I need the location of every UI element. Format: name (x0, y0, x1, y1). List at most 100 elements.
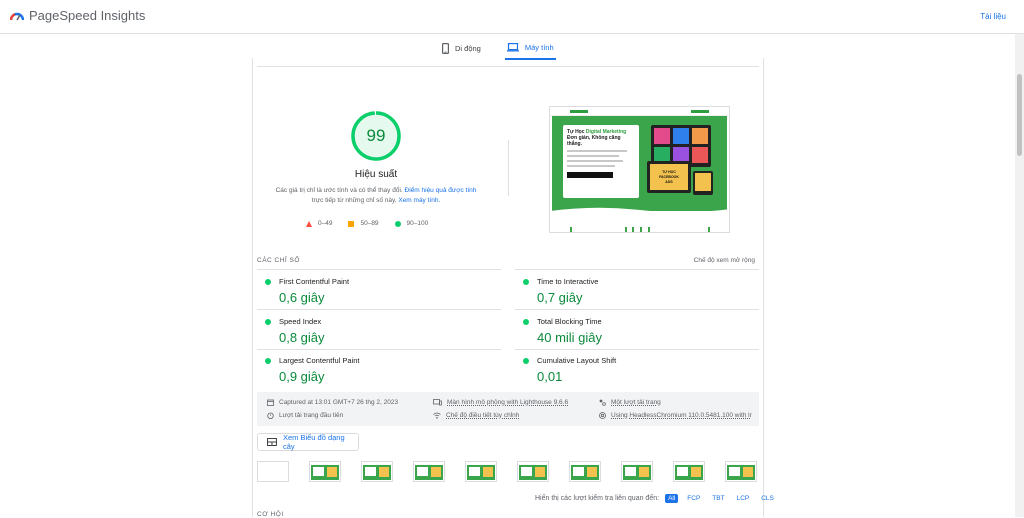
metric-value: 0,9 giây (279, 369, 325, 384)
metric-name: Largest Contentful Paint (279, 356, 360, 365)
desktop-device-icon (433, 399, 442, 406)
legend-average: 50–89 (348, 220, 379, 227)
treemap-icon (267, 438, 277, 446)
filmstrip-frame (673, 461, 705, 482)
top-bar: PageSpeed Insights Tài liệu (0, 0, 1024, 34)
filmstrip-frame-blank (257, 461, 289, 482)
runtime-emulated[interactable]: Màn hình mô phỏng with Lighthouse 9.6.6 (433, 399, 568, 406)
audit-filter: Hiển thị các lượt kiểm tra liên quan đến… (535, 494, 777, 503)
perf-calc-link[interactable]: Điểm hiệu quả được tính (405, 187, 477, 194)
performance-gauge: 99 (350, 110, 402, 162)
calendar-icon (267, 399, 274, 406)
performance-summary: 99 Hiệu suất Các giá trị chỉ là ước tính… (270, 110, 482, 206)
perf-desc-text-2: trực tiếp từ những chỉ số này. (311, 197, 399, 204)
page-scrollbar[interactable] (1015, 34, 1024, 517)
fail-triangle-icon (306, 220, 312, 227)
perf-desc-text-1: Các giá trị chỉ là ước tính và có thể th… (275, 187, 405, 194)
legend-pass-label: 90–100 (406, 220, 429, 227)
metric-value: 0,6 giây (279, 290, 325, 305)
runtime-captured: Captured at 13:01 GMT+7 26 thg 2, 2023 (267, 399, 398, 406)
runtime-throttling-text: Chế độ điều tiết tùy chỉnh (446, 412, 520, 419)
metric-name: First Contentful Paint (279, 277, 350, 286)
tab-desktop-label: Máy tính (524, 42, 554, 52)
metric-value: 0,7 giây (537, 290, 583, 305)
device-tabs: Di động Máy tính (440, 36, 556, 60)
screenshot-hero-card: Tự Học Digital Marketing Đơn giản, Không … (563, 125, 639, 198)
metric-value: 0,01 (537, 369, 563, 384)
screenshot-cta (567, 172, 613, 178)
legend-average-label: 50–89 (360, 220, 379, 227)
summary-divider (508, 140, 509, 196)
metric-tti: Time to Interactive 0,7 giây (515, 270, 761, 309)
filter-chip-tbt[interactable]: TBT (709, 494, 727, 503)
pass-circle-icon (394, 220, 401, 227)
filmstrip-frame (361, 461, 393, 482)
filmstrip (257, 461, 759, 487)
pagespeed-logo-icon (10, 12, 24, 20)
metric-name: Cumulative Layout Shift (537, 356, 617, 365)
metric-name: Speed Index (279, 317, 322, 326)
phone-icon (442, 42, 449, 54)
filter-chip-cls[interactable]: CLS (758, 494, 777, 503)
pagespeed-logo[interactable]: PageSpeed Insights (10, 8, 145, 23)
legend-pass: 90–100 (394, 220, 429, 227)
metric-name: Total Blocking Time (537, 317, 602, 326)
tab-mobile[interactable]: Di động (440, 36, 483, 60)
screenshot-headline: Tự Học Digital Marketing Đơn giản, Không … (567, 129, 635, 147)
pass-circle-icon (523, 279, 529, 285)
filter-chip-lcp[interactable]: LCP (734, 494, 753, 503)
runtime-emulated-text: Màn hình mô phỏng with Lighthouse 9.6.6 (447, 399, 569, 406)
docs-link[interactable]: Tài liệu (980, 12, 1006, 21)
metric-lcp: Largest Contentful Paint 0,9 giây (257, 349, 503, 388)
performance-description: Các giá trị chỉ là ước tính và có thể th… (270, 186, 482, 206)
pass-circle-icon (265, 279, 271, 285)
metric-fcp: First Contentful Paint 0,6 giây (257, 270, 503, 309)
runtime-browser[interactable]: Using HeadlessChromium 110.0.5481.100 wi… (599, 412, 752, 419)
timer-icon (267, 412, 274, 419)
performance-title: Hiệu suất (354, 169, 398, 180)
filmstrip-frame (725, 461, 757, 482)
expanded-view-toggle[interactable]: Chế độ xem mở rộng (694, 257, 755, 264)
chrome-icon (599, 412, 606, 419)
filter-chip-all[interactable]: All (665, 494, 679, 503)
average-square-icon (348, 220, 355, 227)
app-name: PageSpeed Insights (29, 8, 146, 23)
runtime-single-load[interactable]: Một lượt tải trang (599, 399, 661, 406)
pass-circle-icon (523, 358, 529, 364)
filmstrip-frame (309, 461, 341, 482)
pass-circle-icon (265, 358, 271, 364)
runtime-single-load-text: Một lượt tải trang (611, 399, 661, 406)
runtime-browser-text: Using HeadlessChromium 110.0.5481.100 wi… (611, 412, 752, 419)
filter-chip-fcp[interactable]: FCP (684, 494, 703, 503)
metric-name: Time to Interactive (537, 277, 599, 286)
metric-value: 40 mili giây (537, 330, 603, 345)
tab-desktop[interactable]: Máy tính (504, 36, 556, 60)
wifi-icon (433, 412, 441, 419)
screenshot-below-fold (550, 211, 729, 232)
runtime-throttling[interactable]: Chế độ điều tiết tùy chỉnh (433, 412, 519, 419)
filmstrip-frame (413, 461, 445, 482)
runtime-settings: Captured at 13:01 GMT+7 26 thg 2, 2023 M… (257, 392, 759, 426)
filmstrip-frame (621, 461, 653, 482)
tab-mobile-label: Di động (455, 43, 481, 53)
audit-filter-label: Hiển thị các lượt kiểm tra liên quan đến… (535, 495, 660, 502)
metric-cls: Cumulative Layout Shift 0,01 (515, 349, 761, 388)
legend-fail: 0–49 (306, 220, 332, 227)
single-load-icon (599, 399, 606, 406)
treemap-button[interactable]: Xem Biểu đồ dạng cây (257, 433, 359, 451)
scrollbar-thumb[interactable] (1017, 74, 1022, 156)
treemap-label: Xem Biểu đồ dạng cây (282, 433, 345, 451)
metrics-section-label: CÁC CHỈ SỐ (257, 257, 300, 264)
pass-circle-icon (265, 319, 271, 325)
runtime-initial-load: Lượt tải trang đầu tiên (267, 412, 343, 419)
performance-score: 99 (366, 126, 386, 145)
final-screenshot: Tự Học Digital Marketing Đơn giản, Không … (549, 106, 730, 233)
runtime-initial-load-text: Lượt tải trang đầu tiên (279, 412, 344, 419)
metric-tbt: Total Blocking Time 40 mili giây (515, 310, 761, 349)
calculator-link[interactable]: Xem máy tính. (398, 197, 440, 204)
legend-fail-label: 0–49 (318, 220, 333, 227)
screenshot-book-title: TỰ HỌC FACEBOOK ADS (659, 170, 679, 184)
screenshot-devices: TỰ HỌC FACEBOOK ADS (647, 123, 719, 207)
score-legend: 0–49 50–89 90–100 (306, 220, 428, 227)
tabs-divider (257, 66, 759, 67)
